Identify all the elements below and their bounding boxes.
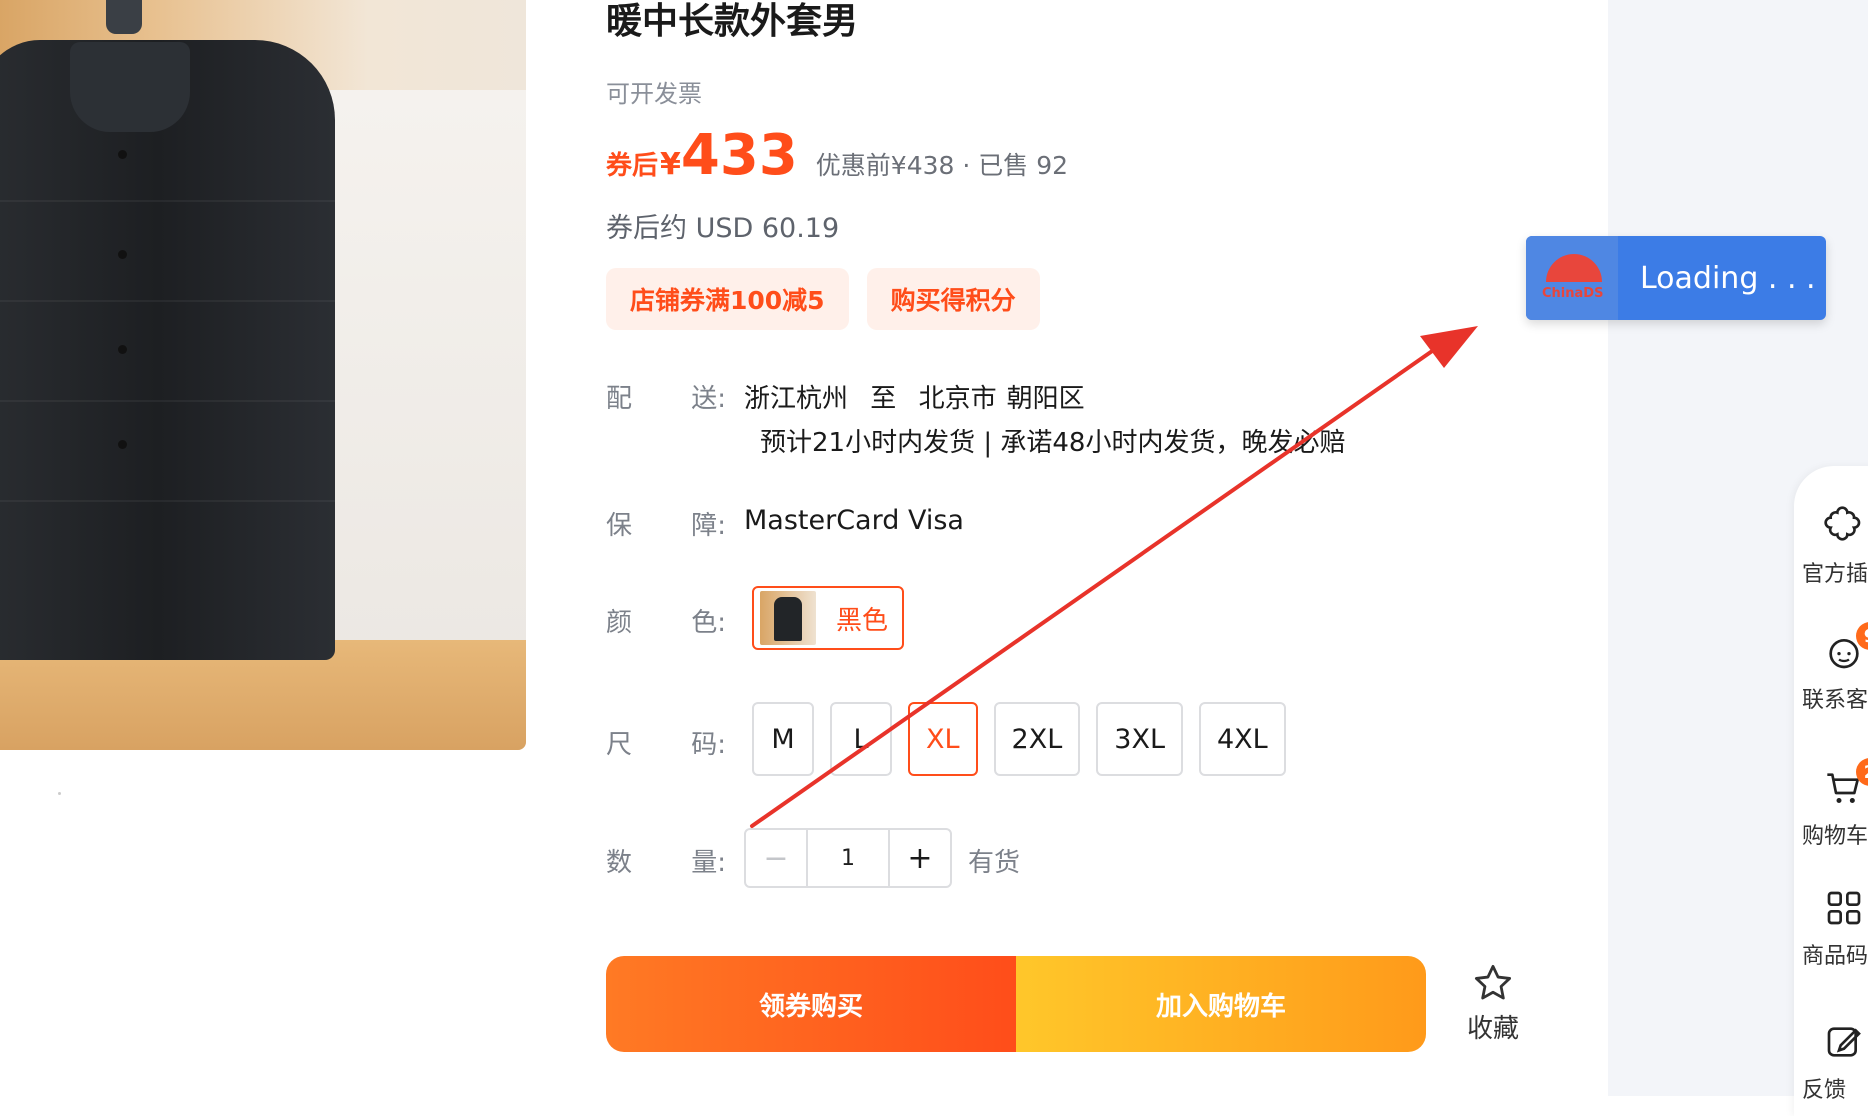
shipping-label-2: 送: xyxy=(691,384,726,414)
store-coupon-tag[interactable]: 店铺券满100减5 xyxy=(606,268,849,330)
side-item-label: 联系客 xyxy=(1802,688,1868,713)
image-coat xyxy=(0,40,335,660)
grid-icon xyxy=(1827,891,1861,925)
annotation-arrow-head xyxy=(1420,326,1478,368)
size-option-2xl[interactable]: 2XL xyxy=(993,702,1081,776)
side-item-cart[interactable]: 2 购物车 xyxy=(1802,758,1868,850)
side-item-label: 官方插 xyxy=(1802,562,1868,587)
side-item-customer-service[interactable]: 9 联系客 xyxy=(1802,622,1868,714)
side-tool-rail: 官方插 9 联系客 2 购物车 商品码 反馈 xyxy=(1794,466,1868,1116)
side-item-feedback[interactable]: 反馈 xyxy=(1802,1022,1868,1104)
product-title: 暖中长款外套男 xyxy=(606,1,859,42)
size-option-xl[interactable]: XL xyxy=(908,702,978,776)
price-original-and-sold: 优惠前¥438 · 已售 92 xyxy=(815,151,1069,180)
promo-tags: 店铺券满100减5 购买得积分 xyxy=(606,268,1040,330)
image-coat-quilt-line xyxy=(0,300,335,302)
image-coat-quilt-line xyxy=(0,400,335,402)
stock-status: 有货 xyxy=(968,848,1021,878)
extension-logo-text: ChinaDS xyxy=(1542,286,1604,301)
color-label-1: 颜 xyxy=(606,608,633,638)
side-item-label: 购物车 xyxy=(1802,824,1868,849)
invoice-note: 可开发票 xyxy=(606,80,702,108)
add-to-cart-button[interactable]: 加入购物车 xyxy=(1016,956,1426,1052)
quantity-decrease-button[interactable]: − xyxy=(746,830,806,886)
price-prefix: 券后 xyxy=(606,151,659,181)
color-thumbnail xyxy=(760,591,816,645)
size-option-l[interactable]: L xyxy=(830,702,892,776)
image-coat-button xyxy=(118,440,127,449)
side-item-label: 商品码 xyxy=(1802,944,1868,969)
edit-icon xyxy=(1827,1027,1861,1057)
plugin-icon xyxy=(1824,506,1861,541)
decorative-dot xyxy=(58,792,61,795)
side-item-product-code[interactable]: 商品码 xyxy=(1802,888,1868,970)
extension-logo: ChinaDS xyxy=(1526,236,1618,320)
image-coat-button xyxy=(118,150,127,159)
points-tag[interactable]: 购买得积分 xyxy=(866,268,1040,330)
buy-now-button[interactable]: 领券购买 xyxy=(606,956,1016,1052)
quantity-input[interactable]: 1 xyxy=(806,830,890,886)
extension-loading-chip[interactable]: ChinaDS Loading . . . xyxy=(1526,236,1826,320)
guarantee-label: 保 障: xyxy=(606,505,726,542)
shipping-label-1: 配 xyxy=(606,384,633,414)
price-row: 券后 ¥ 433 优惠前¥438 · 已售 92 xyxy=(606,128,1068,188)
ship-to-word: 至 xyxy=(870,384,897,414)
image-coat-collar xyxy=(70,42,190,132)
favorite-button[interactable]: 收藏 xyxy=(1462,962,1524,1045)
quantity-label: 数 量: xyxy=(606,842,726,879)
size-label-2: 码: xyxy=(691,730,726,760)
image-coat-quilt-line xyxy=(0,200,335,202)
shipping-note: 预计21小时内发货 | 承诺48小时内发货，晚发必赔 xyxy=(760,428,1346,458)
side-item-label: 反馈 xyxy=(1802,1078,1847,1103)
quantity-label-2: 量: xyxy=(691,848,726,878)
price-amount: 433 xyxy=(680,123,798,188)
size-label: 尺 码: xyxy=(606,724,726,761)
usd-price: 券后约 USD 60.19 xyxy=(606,213,840,244)
color-option-label: 黑色 xyxy=(836,605,889,636)
ship-origin: 浙江杭州 xyxy=(744,384,849,414)
favorite-label: 收藏 xyxy=(1466,1014,1519,1044)
side-item-plugin[interactable]: 官方插 xyxy=(1802,506,1868,588)
quantity-increase-button[interactable]: + xyxy=(890,830,950,886)
product-main-image xyxy=(0,0,526,750)
size-options: M L XL 2XL 3XL 4XL xyxy=(752,702,1286,776)
size-option-m[interactable]: M xyxy=(752,702,814,776)
loading-text: Loading . . . xyxy=(1640,260,1816,296)
color-option-black[interactable]: 黑色 xyxy=(752,586,904,650)
shipping-route: 浙江杭州 至 北京市 朝阳区 xyxy=(744,378,1099,415)
umbrella-icon xyxy=(1546,254,1602,282)
size-option-3xl[interactable]: 3XL xyxy=(1096,702,1183,776)
size-option-4xl[interactable]: 4XL xyxy=(1198,702,1286,776)
image-coat-quilt-line xyxy=(0,500,335,502)
ship-destination-city[interactable]: 北京市 xyxy=(919,384,997,414)
image-coat-button xyxy=(118,345,127,354)
color-label: 颜 色: xyxy=(606,602,726,639)
guarantee-label-2: 障: xyxy=(691,511,726,541)
quantity-label-1: 数 xyxy=(606,848,633,878)
quantity-stepper: − 1 + xyxy=(744,828,952,888)
ship-destination-district[interactable]: 朝阳区 xyxy=(1007,384,1085,414)
shipping-label: 配 送: xyxy=(606,378,726,415)
size-label-1: 尺 xyxy=(606,730,633,760)
image-hanger xyxy=(106,0,142,34)
star-icon xyxy=(1474,964,1512,1000)
guarantee-value: MasterCard Visa xyxy=(744,505,964,536)
guarantee-label-1: 保 xyxy=(606,511,633,541)
purchase-actions: 领券购买 加入购物车 xyxy=(606,956,1426,1052)
color-label-2: 色: xyxy=(691,608,726,638)
image-coat-button xyxy=(118,250,127,259)
price-currency: ¥ xyxy=(660,147,681,182)
